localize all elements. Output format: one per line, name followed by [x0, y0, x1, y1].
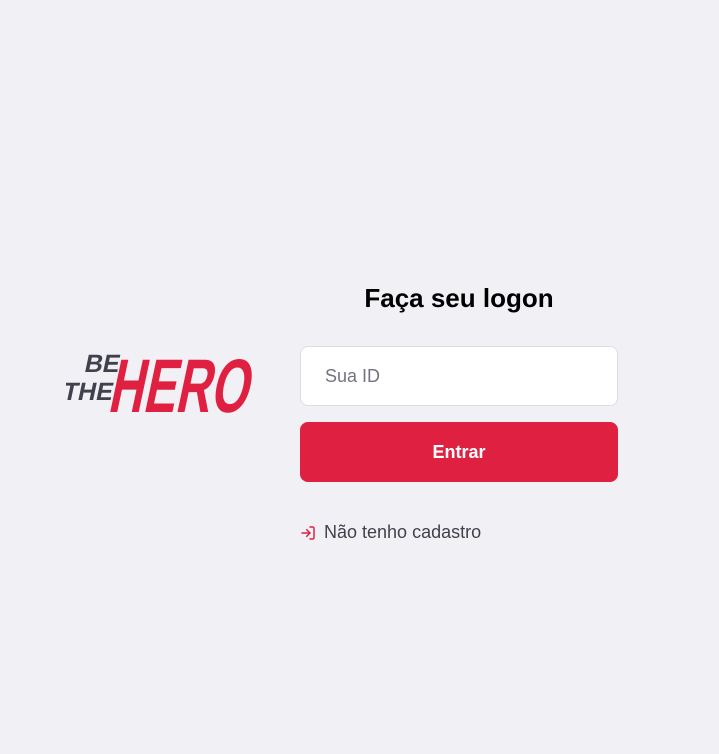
register-link[interactable]: Não tenho cadastro: [300, 522, 481, 543]
logon-page: BE THE HERO Faça seu logon Entrar Não te…: [0, 0, 719, 754]
logon-section: Faça seu logon Entrar Não tenho cadastro: [300, 280, 618, 546]
be-the-hero-logo: BE THE HERO: [66, 332, 270, 422]
logon-title: Faça seu logon: [364, 283, 554, 313]
id-input[interactable]: [300, 346, 618, 406]
enter-button[interactable]: Entrar: [300, 422, 618, 482]
logo-text-hero: HERO: [103, 344, 261, 422]
log-in-icon: [300, 525, 316, 541]
register-link-label: Não tenho cadastro: [324, 522, 482, 542]
logon-form: Entrar Não tenho cadastro: [300, 346, 618, 546]
